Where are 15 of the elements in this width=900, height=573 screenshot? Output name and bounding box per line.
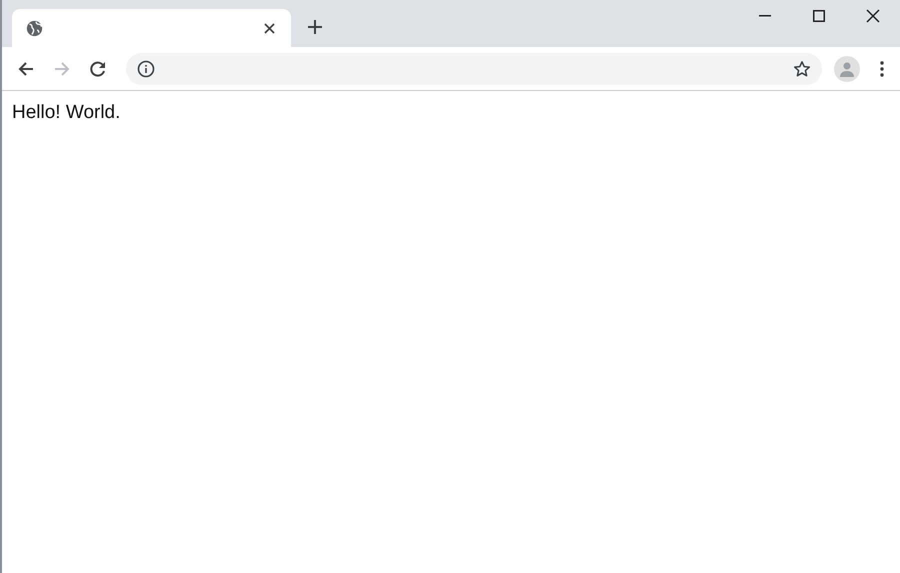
- star-icon[interactable]: [793, 60, 811, 78]
- reload-icon: [89, 60, 107, 78]
- back-arrow-icon: [18, 60, 34, 76]
- more-menu-icon: [880, 60, 884, 76]
- info-icon: [137, 60, 155, 78]
- close-icon: [264, 22, 274, 34]
- maximize-icon: [813, 10, 825, 22]
- globe-icon: [26, 20, 43, 36]
- plus-icon: [307, 19, 323, 35]
- person-icon: [839, 60, 855, 78]
- profile-button[interactable]: [834, 56, 860, 82]
- minimize-icon: [759, 15, 771, 17]
- forward-arrow-icon: [54, 60, 70, 76]
- page-text: Hello! World.: [12, 101, 120, 125]
- close-icon: [866, 9, 880, 23]
